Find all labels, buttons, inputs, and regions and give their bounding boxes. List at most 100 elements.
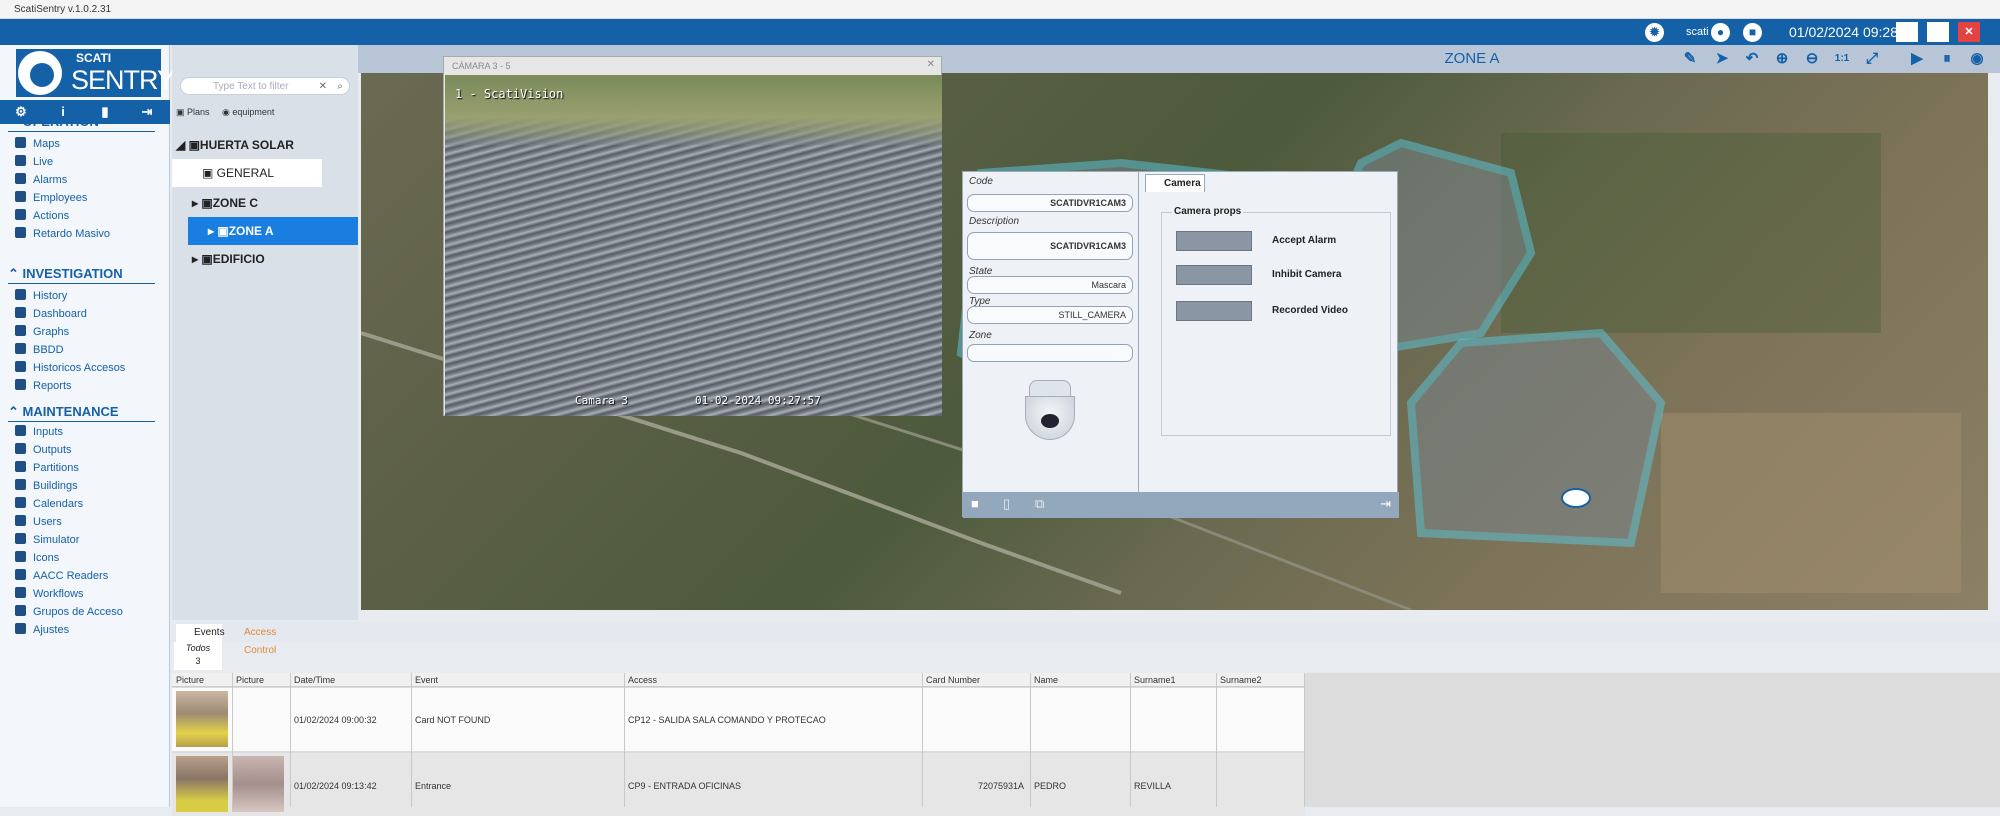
sidebar-item-calendars[interactable]: Calendars: [15, 497, 83, 512]
tree-node-zone-c[interactable]: ▸ ▣ZONE C: [172, 189, 358, 217]
exit-icon[interactable]: ⇥: [1380, 496, 1391, 512]
col-picture1[interactable]: Picture: [176, 675, 204, 685]
search-icon[interactable]: ⌕: [337, 78, 343, 96]
filter-label: Todos: [185, 643, 211, 653]
col-surname1[interactable]: Surname1: [1134, 675, 1176, 685]
camera-video[interactable]: 1 - ScatiVision Camara 3 01-02-2024 09:2…: [445, 75, 942, 416]
sidebar-item-alarms[interactable]: Alarms: [15, 173, 67, 188]
sidebar-item-ajustes[interactable]: Ajustes: [15, 623, 69, 638]
sidebar-item-icons[interactable]: Icons: [15, 551, 59, 566]
tree-icon[interactable]: ⧉: [1035, 496, 1044, 512]
col-access[interactable]: Access: [628, 675, 657, 685]
pointer-icon[interactable]: ➤: [1712, 49, 1732, 69]
play-icon[interactable]: ▶: [1907, 49, 1927, 69]
description-field[interactable]: SCATIDVR1CAM3: [967, 232, 1133, 260]
inhibit-camera-button[interactable]: [1176, 265, 1252, 285]
tab-access-control[interactable]: Access Control: [226, 624, 306, 656]
edit-map-icon[interactable]: ✎: [1680, 49, 1700, 69]
access-groups-icon: [15, 605, 26, 616]
logout-icon[interactable]: ⇥: [138, 103, 156, 121]
employees-icon: [15, 191, 26, 202]
sidebar-item-history[interactable]: History: [15, 289, 67, 304]
tree-filter-input[interactable]: Type Text to filter ✕ ⌕: [180, 77, 350, 95]
row-card: 72075931A: [977, 781, 1024, 791]
zone-outline-3[interactable]: [1406, 328, 1666, 548]
filter-todos[interactable]: Todos 3: [174, 642, 222, 670]
logo-mark: [18, 51, 62, 95]
sidebar-item-aacc-readers[interactable]: AACC Readers: [15, 569, 108, 584]
col-surname2[interactable]: Surname2: [1220, 675, 1262, 685]
clear-icon[interactable]: ✕: [319, 78, 327, 96]
minimize-button[interactable]: [1896, 22, 1918, 42]
sidebar-item-employees[interactable]: Employees: [15, 191, 87, 206]
zoom-in-icon[interactable]: ⊕: [1772, 49, 1792, 69]
zoom-out-icon[interactable]: ⊖: [1802, 49, 1822, 69]
close-icon[interactable]: ✕: [927, 59, 935, 70]
fit-icon[interactable]: ⤢: [1862, 49, 1882, 69]
col-event[interactable]: Event: [415, 675, 438, 685]
sidebar-item-simulator[interactable]: Simulator: [15, 533, 79, 548]
tree-node-zone-a[interactable]: ▸ ▣ZONE A: [188, 217, 358, 245]
zoom-1to1-icon[interactable]: 1:1: [1832, 49, 1852, 69]
access-grid: Picture Picture Date/Time Event Access C…: [172, 673, 2000, 816]
filter-count: 3: [195, 656, 201, 666]
sidebar-item-maps[interactable]: Maps: [15, 137, 60, 152]
tree-node-edificio-administrativo[interactable]: ▸ ▣EDIFICIO ADMINISTRATIV: [172, 245, 358, 273]
sidebar-item-dashboard[interactable]: Dashboard: [15, 307, 87, 322]
code-field[interactable]: SCATIDVR1CAM3: [967, 194, 1133, 212]
pause-icon[interactable]: ⏸: [1937, 49, 1957, 69]
icons-icon: [15, 551, 26, 562]
sidebar-item-inputs[interactable]: Inputs: [15, 425, 63, 440]
camera-window[interactable]: CÁMARA 3 - 5 ✕ 1 - ScatiVision Camara 3 …: [443, 56, 942, 416]
sidebar-item-graphs[interactable]: Graphs: [15, 325, 69, 340]
undo-icon[interactable]: ↶: [1742, 49, 1762, 69]
accept-alarm-button[interactable]: [1176, 231, 1252, 251]
type-field[interactable]: STILL_CAMERA: [967, 306, 1133, 324]
state-field[interactable]: Mascara: [967, 276, 1133, 294]
alarm-bell-icon[interactable]: ✹: [1645, 23, 1664, 42]
hide-icon[interactable]: ◉: [1967, 49, 1987, 69]
plans-tree-panel: Type Text to filter ✕ ⌕ ▣ Plans ◉ equipm…: [172, 45, 358, 620]
tree-node-huerta-solar[interactable]: ◢ ▣HUERTA SOLAR: [172, 131, 358, 159]
sidebar-item-buildings[interactable]: Buildings: [15, 479, 78, 494]
camera-icon[interactable]: ■: [971, 496, 979, 511]
sidebar-item-reports[interactable]: Reports: [15, 379, 72, 394]
row-event: Card NOT FOUND: [415, 715, 491, 725]
col-card-number[interactable]: Card Number: [926, 675, 980, 685]
section-maintenance[interactable]: ⌃ MAINTENANCE: [8, 404, 119, 420]
camera-icon[interactable]: ■: [1743, 23, 1762, 42]
tab-plans[interactable]: ▣ Plans: [176, 107, 210, 118]
section-investigation[interactable]: ⌃ INVESTIGATION: [8, 266, 123, 282]
delete-icon[interactable]: ▯: [1003, 496, 1010, 512]
section-operation[interactable]: ⌃ OPERATION: [8, 114, 99, 130]
zone-field[interactable]: [967, 344, 1133, 362]
sidebar-item-grupos-de-acceso[interactable]: Grupos de Acceso: [15, 605, 123, 620]
user-icon[interactable]: ●: [1711, 23, 1730, 42]
sidebar-item-live[interactable]: Live: [15, 155, 53, 170]
tree-node-general[interactable]: ▣ GENERAL: [172, 159, 322, 187]
sidebar-item-workflows[interactable]: Workflows: [15, 587, 84, 602]
close-button[interactable]: ✕: [1958, 22, 1980, 42]
table-row[interactable]: 01/02/2024 09:00:32 Card NOT FOUND CP12 …: [172, 688, 1305, 751]
person-photo: [232, 756, 284, 812]
col-name[interactable]: Name: [1034, 675, 1058, 685]
sidebar-item-actions[interactable]: Actions: [15, 209, 69, 224]
sidebar-item-historicos-accesos[interactable]: Historicos Accesos: [15, 361, 125, 376]
camera-properties-window[interactable]: Code SCATIDVR1CAM3 Description SCATIDVR1…: [962, 171, 1399, 518]
tab-events[interactable]: Events: [176, 624, 225, 642]
recorded-video-button[interactable]: [1176, 301, 1252, 321]
settings-icon: [15, 623, 26, 634]
tab-equipment[interactable]: ◉ equipment: [222, 107, 274, 118]
col-datetime[interactable]: Date/Time: [294, 675, 335, 685]
col-picture2[interactable]: Picture: [236, 675, 264, 685]
row-surname1: REVILLA: [1134, 781, 1172, 791]
tab-camera[interactable]: Camera: [1145, 174, 1205, 192]
camera-marker[interactable]: [1561, 488, 1591, 508]
properties-fields: Code SCATIDVR1CAM3 Description SCATIDVR1…: [963, 172, 1139, 492]
sidebar-item-bbdd[interactable]: BBDD: [15, 343, 64, 358]
sidebar-item-outputs[interactable]: Outputs: [15, 443, 72, 458]
sidebar-item-partitions[interactable]: Partitions: [15, 461, 79, 476]
maximize-button[interactable]: [1927, 22, 1949, 42]
sidebar-item-retardo-masivo[interactable]: Retardo Masivo: [15, 227, 110, 242]
sidebar-item-users[interactable]: Users: [15, 515, 62, 530]
